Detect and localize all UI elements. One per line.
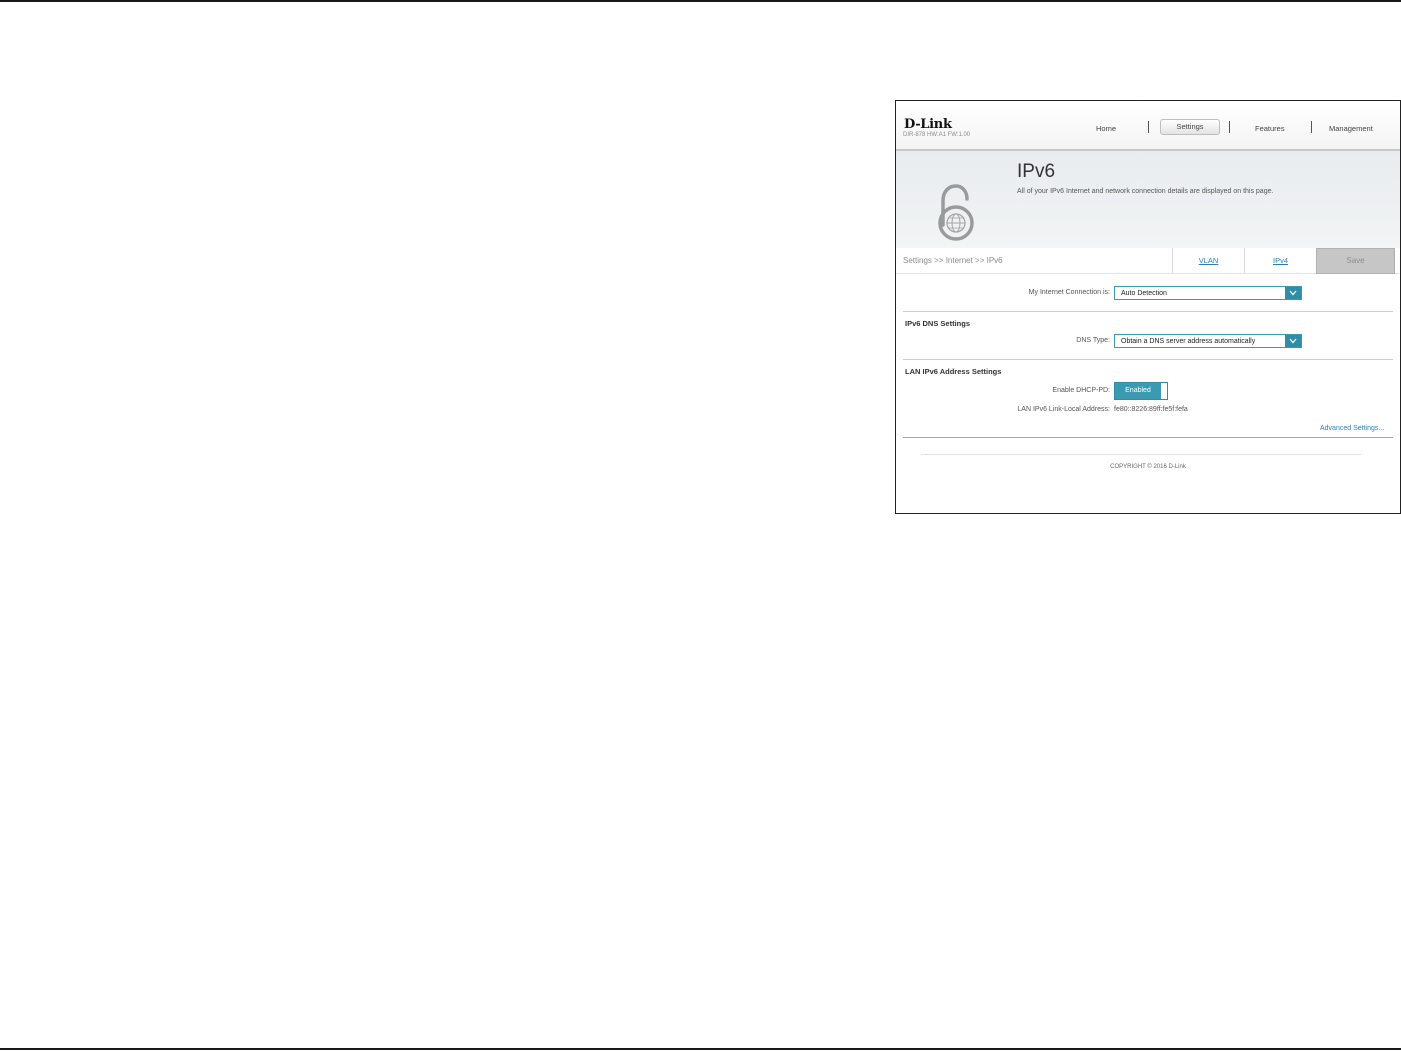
tab-vlan[interactable]: VLAN (1172, 248, 1244, 273)
tab-ipv4[interactable]: IPv4 (1244, 248, 1316, 273)
nav-divider (1311, 121, 1312, 133)
page-description: All of your IPv6 Internet and network co… (1017, 188, 1274, 195)
section-divider (903, 437, 1393, 438)
model-info: DIR-878 HW:A1 FW:1.00 (903, 132, 971, 138)
breadcrumb-tab-bar: Settings >> Internet >> IPv6 VLAN IPv4 S… (896, 248, 1400, 274)
lan-section-title: LAN IPv6 Address Settings (905, 367, 1002, 376)
connection-type-select[interactable]: Auto Detection (1114, 286, 1302, 300)
nav-settings[interactable]: Settings (1160, 119, 1220, 135)
page-bottom-rule (0, 1048, 1401, 1050)
dhcp-pd-toggle[interactable]: Enabled (1114, 382, 1168, 400)
page-title: IPv6 (1017, 161, 1056, 182)
nav-divider (1229, 121, 1230, 133)
advanced-settings-link[interactable]: Advanced Settings... (1320, 425, 1384, 432)
top-header: D-Link DIR-878 HW:A1 FW:1.00 Home Settin… (896, 101, 1400, 151)
footer-divider (921, 454, 1361, 455)
nav-features[interactable]: Features (1255, 124, 1285, 133)
link-local-address: fe80::8226:89ff:fe5f:fefa (1114, 406, 1188, 413)
dlink-logo: D-Link (904, 117, 952, 132)
copyright-text: COPYRIGHT © 2016 D-Link (1110, 464, 1186, 470)
connection-type-value: Auto Detection (1121, 290, 1167, 297)
ipv6-lock-globe-icon (938, 184, 974, 241)
save-button[interactable]: Save (1316, 248, 1395, 274)
connection-label: My Internet Connection is: (1028, 289, 1110, 296)
dns-type-select[interactable]: Obtain a DNS server address automaticall… (1114, 334, 1302, 348)
section-divider (903, 311, 1393, 312)
section-divider (903, 359, 1393, 360)
dhcp-pd-label: Enable DHCP-PD: (1052, 387, 1110, 394)
router-ui-screenshot: D-Link DIR-878 HW:A1 FW:1.00 Home Settin… (895, 100, 1401, 514)
chevron-down-icon[interactable] (1285, 287, 1301, 299)
nav-divider (1148, 121, 1149, 133)
page-banner: IPv6 All of your IPv6 Internet and netwo… (896, 151, 1400, 248)
nav-management[interactable]: Management (1329, 124, 1373, 133)
dhcp-pd-toggle-state: Enabled (1115, 383, 1161, 399)
link-local-label: LAN IPv6 Link-Local Address: (1017, 406, 1110, 413)
dns-type-value: Obtain a DNS server address automaticall… (1121, 338, 1256, 345)
dns-section-title: IPv6 DNS Settings (905, 319, 971, 328)
breadcrumb: Settings >> Internet >> IPv6 (903, 256, 1003, 265)
chevron-down-icon[interactable] (1285, 335, 1301, 347)
dns-type-label: DNS Type: (1076, 337, 1110, 344)
page-top-rule (0, 0, 1401, 2)
nav-home[interactable]: Home (1096, 124, 1116, 133)
